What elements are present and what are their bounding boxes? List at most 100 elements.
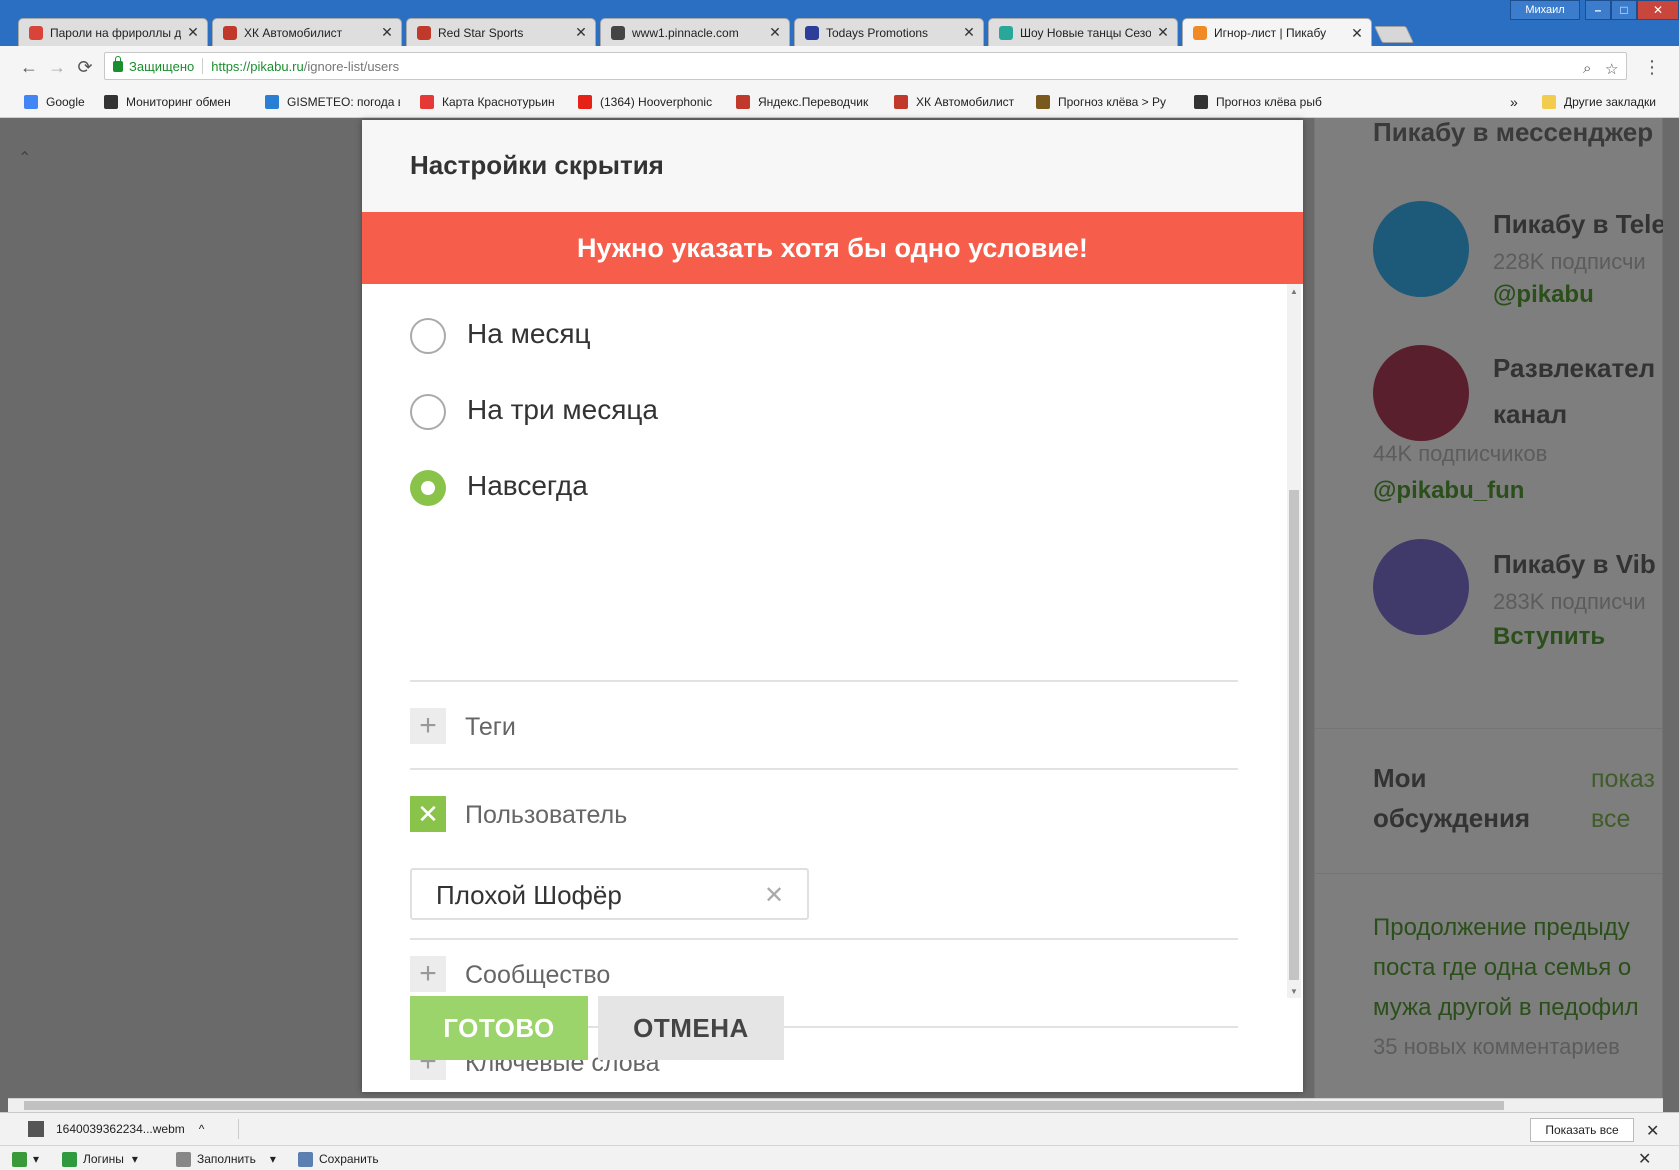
discussions-show-all-line1[interactable]: показ xyxy=(1591,765,1655,794)
post-title-line1[interactable]: Продолжение предыду xyxy=(1373,914,1630,942)
scroll-up-arrow-icon[interactable]: ▲ xyxy=(1287,284,1301,298)
bookmark-hk[interactable]: ХК Автомобилист xyxy=(894,94,1034,110)
show-all-downloads-button[interactable]: Показать все xyxy=(1530,1118,1634,1142)
minimize-button[interactable]: – xyxy=(1585,0,1611,20)
bestchange-icon xyxy=(104,95,118,109)
close-downloads-icon[interactable]: ✕ xyxy=(1646,1121,1659,1141)
tab-title: ХК Автомобилист xyxy=(244,25,343,40)
viber-subscribers: 283K подписчи xyxy=(1493,589,1646,614)
browser-toolbar: ← → ⟳ Защищено https://pikabu.ru/ignore-… xyxy=(0,46,1679,86)
scroll-top-icon[interactable]: ⌃ xyxy=(18,148,31,168)
radio-forever-label[interactable]: Навсегда xyxy=(467,470,588,502)
tab-ignore-list[interactable]: Игнор-лист | Пикабу ✕ xyxy=(1182,18,1372,47)
user-remove-button[interactable]: ✕ xyxy=(410,796,446,832)
back-icon[interactable]: ← xyxy=(18,56,40,78)
bookmark-google[interactable]: Google xyxy=(24,94,96,110)
tab-close-icon[interactable]: ✕ xyxy=(575,24,587,41)
close-window-button[interactable]: ✕ xyxy=(1637,0,1679,20)
radio-three-months-label[interactable]: На три месяца xyxy=(467,394,658,426)
bookmarks-bar: Google Мониторинг обмен GISMETEO: погода… xyxy=(0,86,1679,118)
fish-icon xyxy=(1036,95,1050,109)
post-comments-count: 35 новых комментариев xyxy=(1373,1034,1620,1059)
discussions-show-all-line2[interactable]: все xyxy=(1591,805,1630,834)
tags-add-button[interactable]: + xyxy=(410,708,446,744)
tab-close-icon[interactable]: ✕ xyxy=(187,24,199,41)
secure-label: Защищено xyxy=(129,58,195,74)
messenger-card: Пикабу в мессенджер Пикабу в Tele 228K п… xyxy=(1314,118,1663,798)
radio-month[interactable] xyxy=(410,318,446,354)
tab-close-icon[interactable]: ✕ xyxy=(1157,24,1169,41)
close-extension-bar-icon[interactable]: ✕ xyxy=(1638,1149,1651,1169)
download-menu-chevron-icon[interactable]: ^ xyxy=(199,1122,205,1136)
tab-close-icon[interactable]: ✕ xyxy=(381,24,393,41)
bookmark-star-icon[interactable]: ☆ xyxy=(1605,60,1618,78)
error-message: Нужно указать хотя бы одно условие! xyxy=(577,232,1088,263)
bookmarks-more-icon[interactable]: » xyxy=(1510,94,1524,110)
tab-promotions[interactable]: Todays Promotions ✕ xyxy=(794,18,984,46)
fun-link[interactable]: @pikabu_fun xyxy=(1373,477,1524,505)
address-bar[interactable]: Защищено https://pikabu.ru/ignore-list/u… xyxy=(104,52,1627,80)
dialog-scrollbar[interactable]: ▲ ▼ xyxy=(1287,284,1301,998)
tab-hk-avtomobilist[interactable]: ХК Автомобилист ✕ xyxy=(212,18,402,46)
user-label[interactable]: Пользователь xyxy=(465,801,627,830)
user-input[interactable]: Плохой Шофёр ✕ xyxy=(410,868,809,920)
bookmark-youtube[interactable]: (1364) Hooverphonic xyxy=(578,94,718,110)
dropdown-arrow-icon: ▾ xyxy=(33,1152,40,1166)
reload-icon[interactable]: ⟳ xyxy=(74,56,96,78)
tags-label[interactable]: Теги xyxy=(465,713,516,742)
bookmark-fishing-forecast-2[interactable]: Прогноз клёва рыб xyxy=(1194,94,1334,110)
fun-subscribers: 44K подписчиков xyxy=(1373,441,1548,466)
menu-icon[interactable]: ⋮ xyxy=(1641,56,1663,78)
tab-dance-show[interactable]: Шоу Новые танцы Сезо ✕ xyxy=(988,18,1178,46)
other-bookmarks[interactable]: Другие закладки xyxy=(1542,94,1667,110)
video-file-icon xyxy=(28,1121,44,1137)
radio-forever[interactable] xyxy=(410,470,446,506)
url-path: /ignore-list/users xyxy=(303,58,400,74)
viber-name: Пикабу в Vib xyxy=(1493,549,1656,579)
telegram-link[interactable]: @pikabu xyxy=(1493,281,1594,309)
bookmark-monitoring[interactable]: Мониторинг обмен xyxy=(104,94,244,110)
tab-close-icon[interactable]: ✕ xyxy=(769,24,781,41)
post-title-line2[interactable]: поста где одна семья о xyxy=(1373,954,1631,982)
clear-icon[interactable]: ✕ xyxy=(764,881,784,910)
radio-three-months[interactable] xyxy=(410,394,446,430)
post-title-line3[interactable]: мужа другой в педофил xyxy=(1373,994,1639,1022)
zoom-icon[interactable]: ⌕ xyxy=(1583,60,1591,77)
youtube-icon xyxy=(578,95,592,109)
tab-passwords[interactable]: Пароли на фрироллы д ✕ xyxy=(18,18,208,46)
bookmark-fishing-forecast[interactable]: Прогноз клёва > Ру xyxy=(1036,94,1176,110)
cancel-button[interactable]: ОТМЕНА xyxy=(598,996,784,1060)
fun-name-line2: канал xyxy=(1493,399,1568,429)
tab-red-star-sports[interactable]: Red Star Sports ✕ xyxy=(406,18,596,46)
fun-name-line1: Развлекател xyxy=(1493,353,1656,383)
bookmark-gismeteo[interactable]: GISMETEO: погода в xyxy=(265,94,400,110)
forward-icon[interactable]: → xyxy=(46,56,68,78)
tab-close-icon[interactable]: ✕ xyxy=(963,24,975,41)
extension-menu[interactable]: ▾ xyxy=(12,1150,39,1168)
tab-close-icon[interactable]: ✕ xyxy=(1351,25,1363,42)
tab-title: Пароли на фрироллы д xyxy=(50,25,181,40)
fill-button[interactable]: Заполнить ▾ xyxy=(176,1150,276,1168)
radio-month-label[interactable]: На месяц xyxy=(467,318,591,350)
dialog-scrollbar-thumb[interactable] xyxy=(1289,490,1299,980)
bookmark-label: Google xyxy=(46,95,85,109)
bookmark-yandex-translate[interactable]: Яндекс.Переводчик xyxy=(736,94,876,110)
scroll-down-arrow-icon[interactable]: ▼ xyxy=(1287,984,1301,998)
divider xyxy=(410,768,1238,770)
done-button[interactable]: ГОТОВО xyxy=(410,996,588,1060)
download-item[interactable]: 1640039362234...webm ^ xyxy=(28,1119,204,1139)
profile-button[interactable]: Михаил xyxy=(1510,0,1580,20)
tab-favicon-icon xyxy=(29,25,43,40)
folder-icon xyxy=(1542,95,1556,109)
community-add-button[interactable]: + xyxy=(410,956,446,992)
lock-icon xyxy=(62,1151,77,1167)
logins-button[interactable]: Логины ▾ xyxy=(62,1150,138,1168)
browser-chrome: Пароли на фрироллы д ✕ ХК Автомобилист ✕… xyxy=(0,0,1679,118)
save-button[interactable]: Сохранить xyxy=(298,1150,379,1168)
maximize-button[interactable]: □ xyxy=(1611,0,1637,20)
bookmark-map[interactable]: Карта Краснотурьин xyxy=(420,94,560,110)
tab-pinnacle[interactable]: www1.pinnacle.com ✕ xyxy=(600,18,790,46)
viber-join-link[interactable]: Вступить xyxy=(1493,623,1605,651)
new-tab-button[interactable] xyxy=(1374,26,1414,43)
community-label[interactable]: Сообщество xyxy=(465,961,610,990)
